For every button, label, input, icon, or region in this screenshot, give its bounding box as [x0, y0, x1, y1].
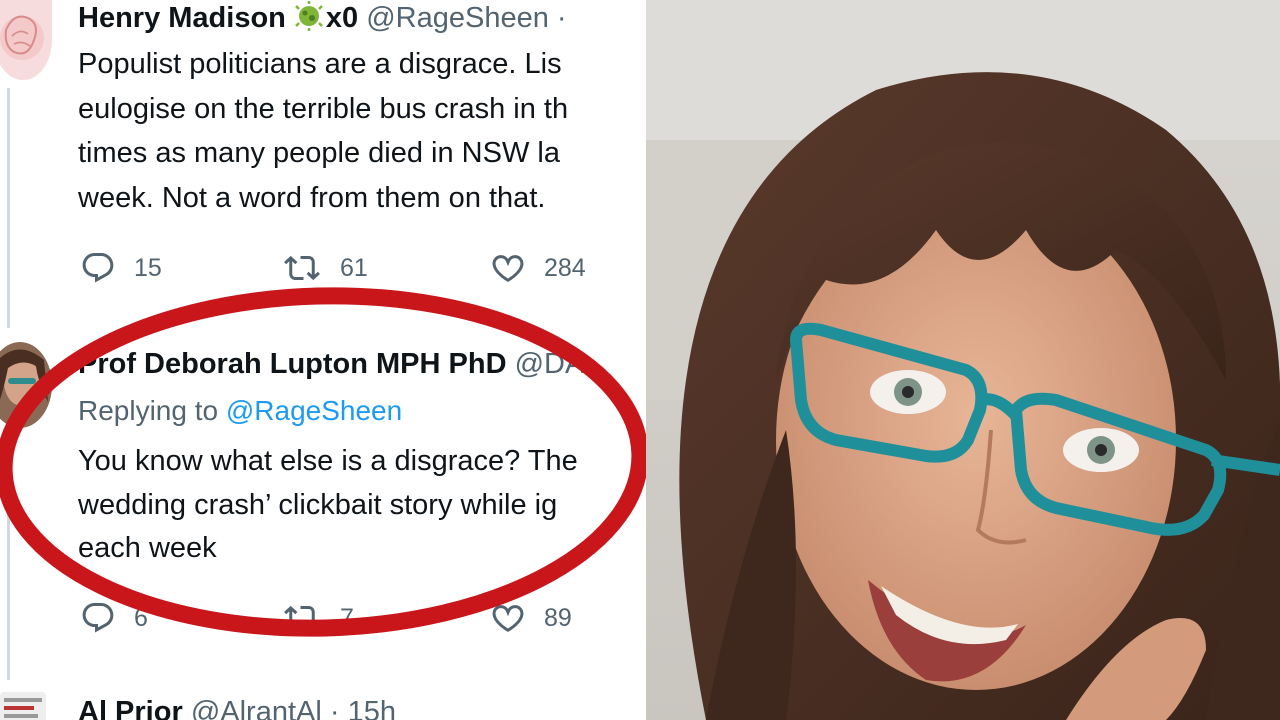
reply-count: 6	[134, 603, 148, 632]
author-name[interactable]: Prof Deborah Lupton MPH PhD	[78, 348, 507, 380]
tweet-thread-screenshot: Henry Madison x0 @RageSheen · Populist po…	[0, 0, 646, 720]
reply-icon	[80, 600, 116, 636]
tweet-text: You know what else is a disgrace? The we…	[78, 439, 646, 571]
replying-prefix: Replying to	[78, 395, 219, 426]
retweet-button[interactable]: 7	[282, 600, 354, 636]
reply-button[interactable]: 15	[80, 250, 162, 286]
author-handle[interactable]: @RageSheen ·	[366, 2, 566, 34]
reply-button[interactable]: 6	[80, 600, 148, 636]
tweet-line: each week	[78, 532, 217, 564]
author-badge-text: x0	[325, 2, 359, 34]
retweet-icon	[282, 600, 322, 636]
like-count: 89	[544, 603, 572, 632]
portrait-photo	[646, 0, 1280, 720]
like-button[interactable]: 89	[490, 600, 572, 636]
retweet-count: 61	[340, 253, 368, 282]
tweet-line: times as many people died in NSW la	[78, 137, 560, 169]
tweet-line: You know what else is a disgrace? The	[78, 445, 578, 477]
retweet-icon	[282, 250, 322, 286]
author-name[interactable]: Al Prior	[78, 696, 183, 720]
tweet-line: week. Not a word from them on that.	[78, 181, 546, 214]
reply-count: 15	[134, 253, 162, 282]
avatar[interactable]	[0, 0, 52, 80]
tweet-line: eulogise on the terrible bus crash in th	[78, 92, 569, 125]
tweet-text: Populist politicians are a disgrace. Lis…	[78, 42, 646, 220]
tweet-line: wedding crash’ clickbait story while ig	[78, 488, 558, 521]
microbe-emoji	[294, 1, 324, 40]
thread-line	[7, 88, 10, 328]
like-icon	[490, 600, 526, 636]
thread-line	[7, 440, 10, 680]
retweet-button[interactable]: 61	[282, 250, 368, 286]
like-count: 284	[544, 253, 586, 282]
like-icon	[490, 250, 526, 286]
tweet-line: Populist politicians are a disgrace. Lis	[78, 48, 562, 80]
replying-mention-link[interactable]: @RageSheen	[226, 395, 402, 426]
avatar[interactable]	[0, 692, 46, 720]
retweet-count: 7	[340, 603, 354, 632]
author-handle[interactable]: @AlrantAl · 15h	[191, 696, 396, 720]
author-name[interactable]: Henry Madison	[78, 2, 286, 34]
reply-icon	[80, 250, 116, 286]
replying-to: Replying to @RageSheen	[78, 393, 402, 429]
avatar[interactable]	[0, 342, 52, 428]
author-handle[interactable]: @DA	[515, 348, 585, 380]
like-button[interactable]: 284	[490, 250, 586, 286]
tweet-header: Prof Deborah Lupton MPH PhD @DA	[78, 346, 584, 382]
tweet-header: Henry Madison x0 @RageSheen ·	[78, 0, 567, 40]
tweet-header: Al Prior @AlrantAl · 15h	[78, 694, 396, 720]
